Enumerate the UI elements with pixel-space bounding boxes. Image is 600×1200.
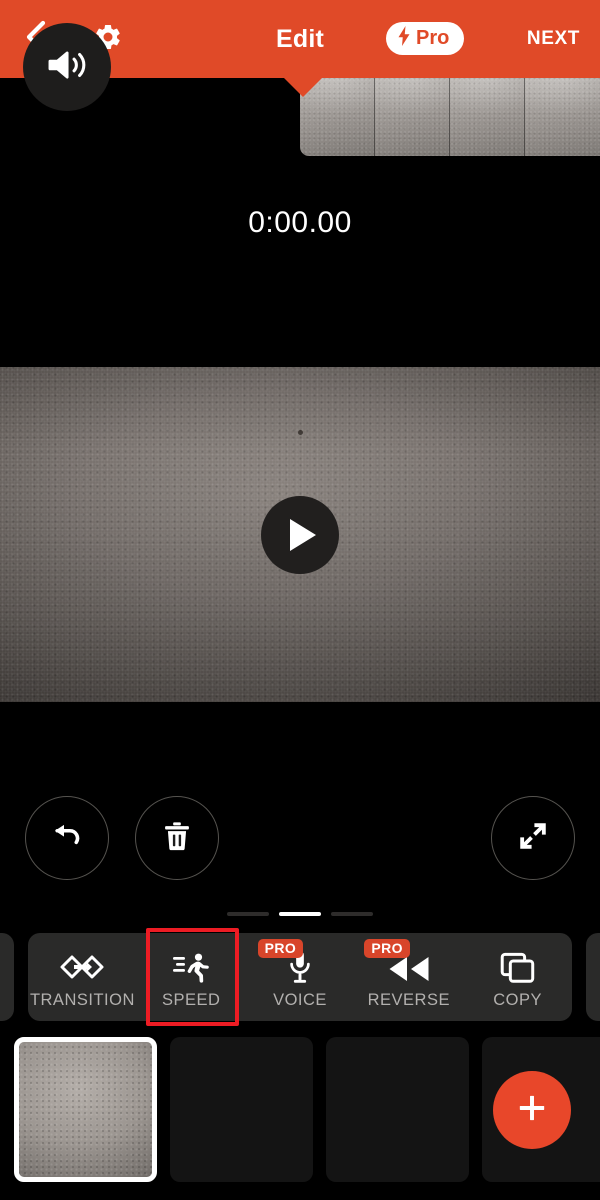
page-dot[interactable] bbox=[331, 912, 373, 916]
pro-upgrade-badge[interactable]: Pro bbox=[386, 22, 465, 55]
lightning-bolt-icon bbox=[397, 25, 411, 52]
page-dot[interactable] bbox=[227, 912, 269, 916]
copy-squares-icon bbox=[499, 944, 537, 984]
toolbar-prev-page-peek[interactable] bbox=[0, 933, 14, 1021]
play-triangle-icon bbox=[290, 519, 316, 551]
undo-arrow-icon bbox=[49, 818, 85, 859]
clip-slot-empty[interactable] bbox=[326, 1037, 469, 1182]
toolbar-next-page-peek[interactable] bbox=[586, 933, 600, 1021]
toolbar-label-transition: TRANSITION bbox=[29, 991, 135, 1009]
toolbar-item-transition[interactable]: TRANSITION bbox=[28, 933, 137, 1021]
play-button[interactable] bbox=[261, 496, 339, 574]
pro-tag-voice: PRO bbox=[257, 939, 304, 958]
toolbar-item-reverse[interactable]: PRO REVERSE bbox=[354, 933, 463, 1021]
delete-button[interactable] bbox=[135, 796, 219, 880]
filmstrip-frame bbox=[525, 78, 600, 156]
page-dot-active[interactable] bbox=[279, 912, 321, 916]
pro-badge-label: Pro bbox=[416, 27, 450, 49]
toolbar-item-copy[interactable]: COPY bbox=[463, 933, 572, 1021]
timecode-area: 0:00.00 bbox=[0, 156, 600, 367]
next-button[interactable]: NEXT bbox=[527, 0, 580, 78]
edit-toolbar: TRANSITION SPEED PRO VOICE PRO REVERSE C… bbox=[28, 933, 572, 1021]
toolbar-label-voice: VOICE bbox=[273, 991, 327, 1009]
filmstrip-frame bbox=[450, 78, 525, 156]
add-clip-button[interactable] bbox=[493, 1071, 571, 1149]
speaker-volume-icon bbox=[47, 48, 87, 87]
edit-toolbar-row: TRANSITION SPEED PRO VOICE PRO REVERSE C… bbox=[0, 928, 600, 1026]
plus-icon bbox=[515, 1091, 549, 1130]
preview-texture-speck bbox=[298, 430, 303, 435]
mute-toggle-button[interactable] bbox=[23, 23, 111, 111]
timecode-display: 0:00.00 bbox=[248, 206, 352, 239]
clip-slot-empty[interactable] bbox=[170, 1037, 313, 1182]
video-editor-screen: Edit Pro NEXT 0:00.00 TRANSITION SPEED P… bbox=[0, 0, 600, 1200]
timeline-filmstrip[interactable] bbox=[300, 78, 600, 156]
toolbar-item-speed[interactable]: SPEED bbox=[137, 933, 246, 1021]
pro-tag-reverse: PRO bbox=[364, 939, 410, 958]
clip-thumbnail-selected[interactable] bbox=[14, 1037, 157, 1182]
toolbar-item-voice[interactable]: PRO VOICE bbox=[246, 933, 355, 1021]
fullscreen-expand-icon bbox=[516, 819, 550, 858]
toolbar-label-reverse: REVERSE bbox=[367, 991, 450, 1009]
toolbar-page-indicator bbox=[0, 912, 600, 916]
expand-button[interactable] bbox=[491, 796, 575, 880]
transition-diamonds-icon bbox=[59, 944, 105, 984]
toolbar-label-copy: COPY bbox=[493, 991, 542, 1009]
toolbar-label-speed: SPEED bbox=[161, 991, 221, 1009]
running-person-icon bbox=[171, 944, 211, 984]
trash-icon bbox=[160, 819, 194, 858]
filmstrip-frame bbox=[375, 78, 450, 156]
playhead-notch-icon bbox=[284, 78, 322, 97]
undo-button[interactable] bbox=[25, 796, 109, 880]
